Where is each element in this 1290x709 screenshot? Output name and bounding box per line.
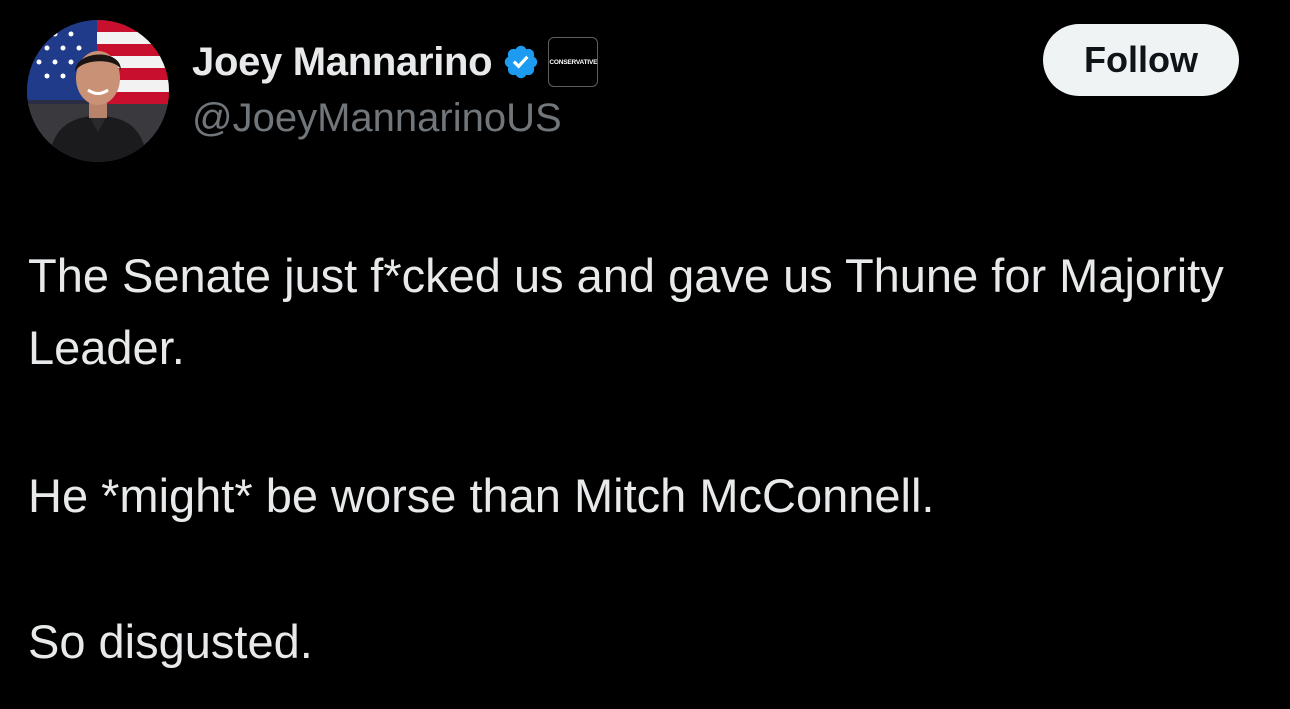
tweet-card: Joey Mannarino CONSERVATIVE @JoeyMannari… bbox=[0, 0, 1290, 709]
author-handle[interactable]: @JoeyMannarinoUS bbox=[192, 96, 562, 141]
affiliation-badge-text: CONSERVATIVE bbox=[549, 58, 598, 66]
tweet-paragraph: The Senate just f*cked us and gave us Th… bbox=[28, 249, 1224, 374]
avatar-image bbox=[27, 20, 169, 162]
tweet-paragraph: He *might* be worse than Mitch McConnell… bbox=[28, 469, 935, 522]
author-avatar[interactable] bbox=[27, 20, 169, 162]
author-display-name[interactable]: Joey Mannarino bbox=[192, 40, 493, 85]
verified-check-icon[interactable] bbox=[502, 43, 540, 81]
follow-button[interactable]: Follow bbox=[1043, 24, 1239, 96]
author-name-row: Joey Mannarino CONSERVATIVE bbox=[192, 36, 599, 88]
tweet-paragraph: So disgusted. bbox=[28, 615, 313, 668]
affiliation-badge[interactable]: CONSERVATIVE bbox=[548, 37, 599, 87]
